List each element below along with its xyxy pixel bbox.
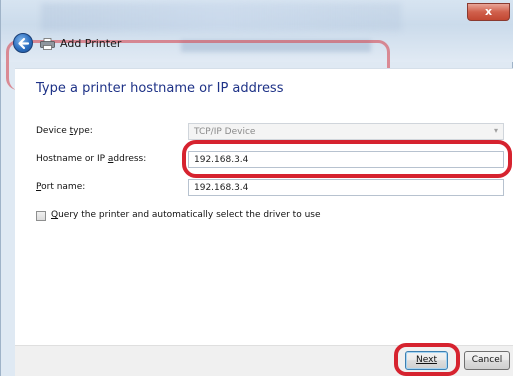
back-arrow-icon xyxy=(18,37,30,50)
port-name-label: Port name: xyxy=(36,182,86,192)
back-button[interactable] xyxy=(13,33,33,53)
chevron-down-icon: ▾ xyxy=(493,126,498,135)
next-highlight-ring xyxy=(394,343,460,376)
add-printer-window: x Add Printer Type a printer hostname or… xyxy=(0,0,513,376)
window-title: Add Printer xyxy=(60,37,122,50)
device-type-label: Device type: xyxy=(36,126,93,136)
cancel-button[interactable]: Cancel xyxy=(464,351,510,370)
wizard-content-panel xyxy=(15,68,513,345)
close-icon: x xyxy=(484,5,493,18)
device-type-value: TCP/IP Device xyxy=(194,127,256,137)
background-blur xyxy=(41,3,401,31)
hostname-label: Hostname or IP address: xyxy=(36,154,147,164)
query-printer-label: Query the printer and automatically sele… xyxy=(51,210,321,220)
close-button[interactable]: x xyxy=(467,3,510,21)
port-name-input[interactable]: 192.168.3.4 xyxy=(188,179,504,196)
printer-icon xyxy=(40,38,55,50)
query-printer-checkbox[interactable] xyxy=(36,211,46,221)
hostname-highlight-ring xyxy=(182,140,512,178)
device-type-select[interactable]: TCP/IP Device ▾ xyxy=(188,123,504,140)
page-heading: Type a printer hostname or IP address xyxy=(36,81,284,96)
